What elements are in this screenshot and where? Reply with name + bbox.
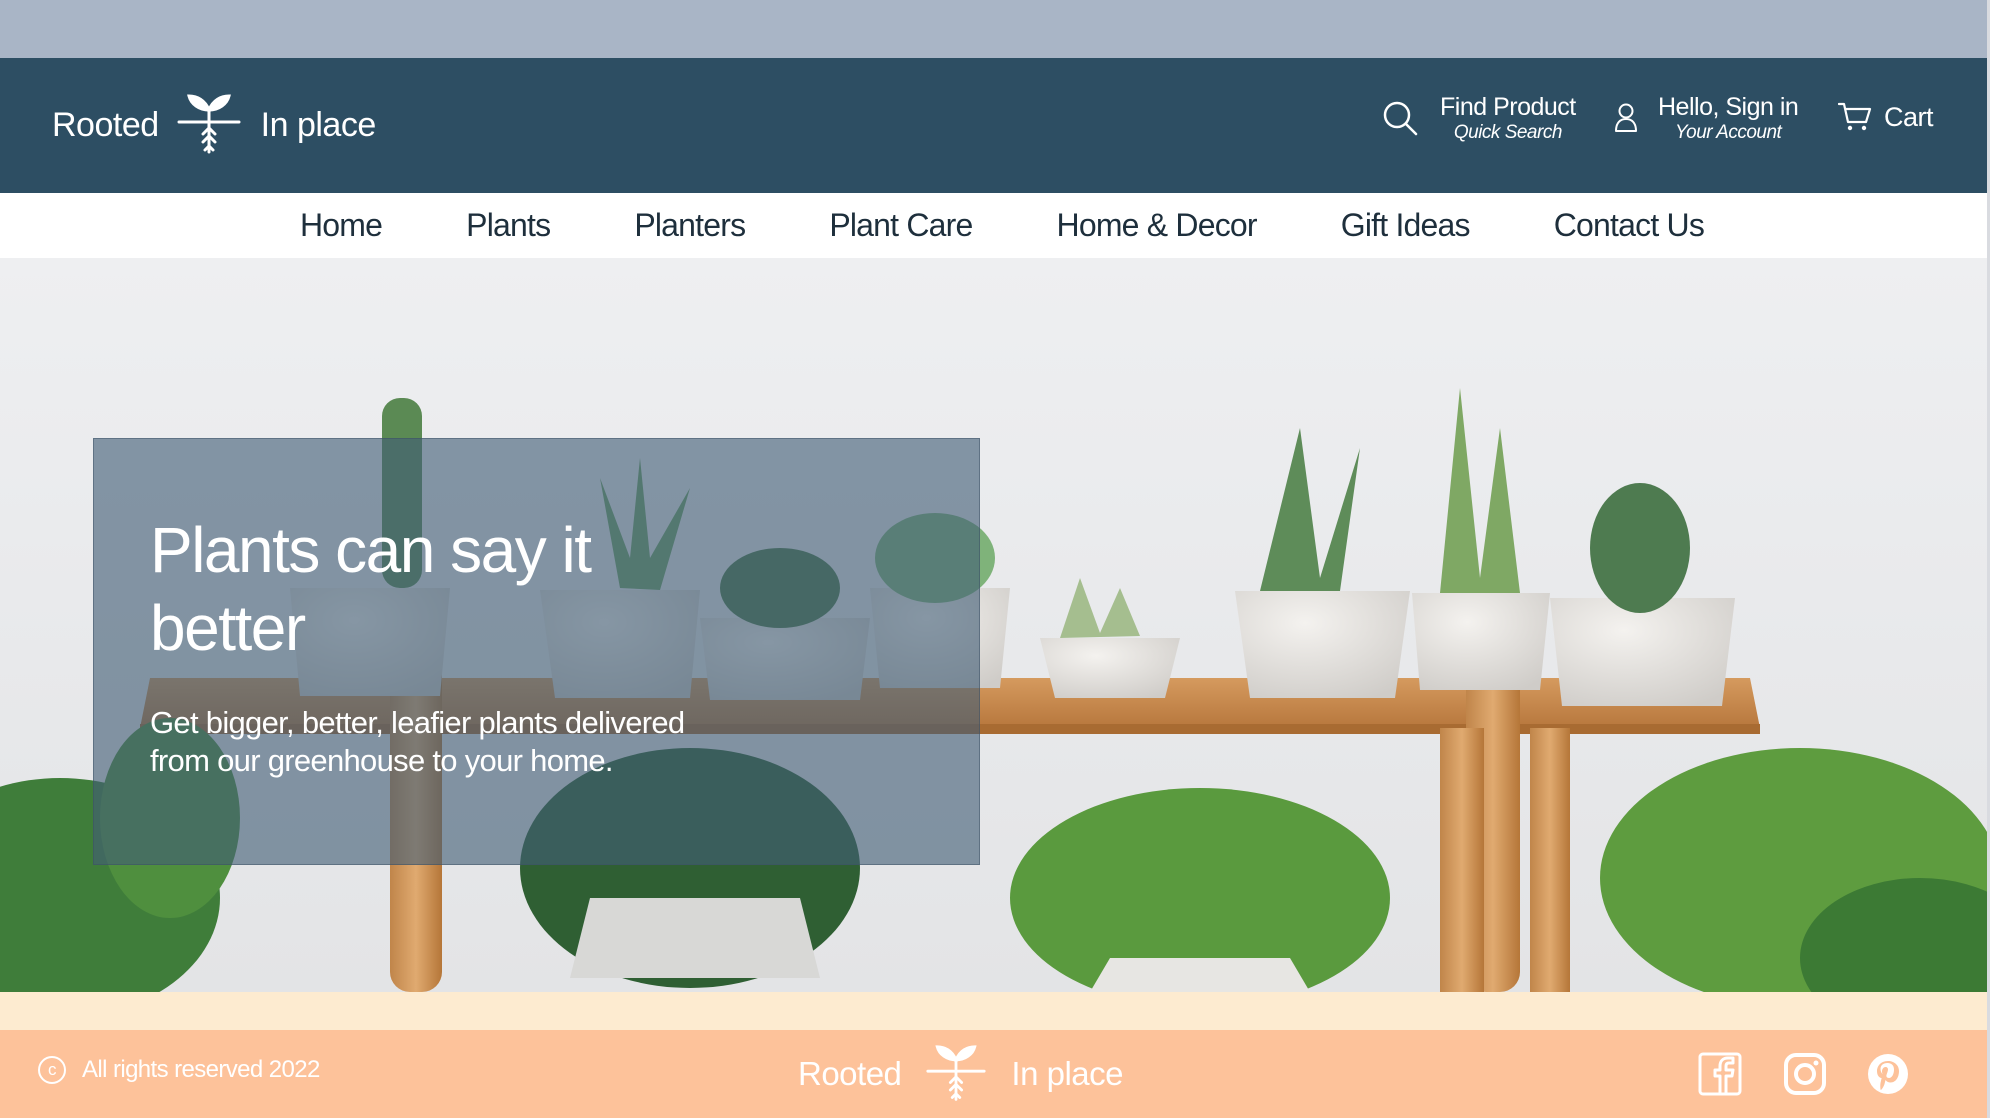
find-product-text: Find Product Quick Search <box>1440 92 1576 144</box>
site-header: Rooted In place Find Product Quick Searc… <box>0 58 1990 193</box>
footer-brand-name-right: In place <box>1011 1055 1124 1092</box>
nav-item-gift-ideas[interactable]: Gift Ideas <box>1341 207 1471 244</box>
quick-search-label: Quick Search <box>1453 122 1563 143</box>
footer-top-strip <box>0 992 1990 1030</box>
user-icon <box>1615 103 1637 132</box>
sign-in-button[interactable]: Hello, Sign in Your Account <box>1614 92 1799 144</box>
sprout-root-icon <box>926 1045 987 1101</box>
footer-brand-name-left: Rooted <box>798 1055 902 1092</box>
find-product-button[interactable]: Find Product Quick Search <box>1382 92 1576 144</box>
account-text: Hello, Sign in Your Account <box>1658 92 1799 144</box>
footer-brand-logo[interactable]: Rooted In place <box>798 1044 1124 1104</box>
nav-item-plant-care[interactable]: Plant Care <box>829 207 973 244</box>
nav-list: Home Plants Planters Plant Care Home & D… <box>300 193 1788 258</box>
copyright-text: All rights reserved 2022 <box>82 1056 320 1083</box>
main-nav: Home Plants Planters Plant Care Home & D… <box>0 193 1990 258</box>
sign-in-label: Hello, Sign in <box>1658 93 1799 121</box>
hero-text-panel: Plants can say it better Get bigger, bet… <box>93 438 980 865</box>
hero-banner: Plants can say it better Get bigger, bet… <box>0 258 1990 992</box>
facebook-icon[interactable] <box>1698 1052 1742 1096</box>
page: Rooted In place Find Product Quick Searc… <box>0 0 1990 1118</box>
nav-item-plants[interactable]: Plants <box>466 207 551 244</box>
instagram-icon[interactable] <box>1783 1052 1827 1096</box>
search-icon <box>1383 101 1418 136</box>
site-footer: c All rights reserved 2022 Rooted In pla… <box>0 1030 1990 1118</box>
cart-label: Cart <box>1884 102 1934 132</box>
pinterest-icon[interactable] <box>1866 1052 1910 1096</box>
brand-logo[interactable]: Rooted In place <box>52 92 376 158</box>
nav-item-contact-us[interactable]: Contact Us <box>1554 207 1705 244</box>
nav-item-home-decor[interactable]: Home & Decor <box>1057 207 1258 244</box>
cart-button[interactable]: Cart <box>1838 102 1934 132</box>
brand-name-right: In place <box>260 105 377 144</box>
your-account-label: Your Account <box>1675 122 1782 143</box>
brand-name-left: Rooted <box>52 105 159 144</box>
browser-top-bar <box>0 0 1990 58</box>
hero-title: Plants can say it better <box>150 514 592 664</box>
find-product-label: Find Product <box>1440 93 1576 121</box>
hero-subtitle: Get bigger, better, leafier plants deliv… <box>150 705 685 778</box>
nav-item-planters[interactable]: Planters <box>634 207 746 244</box>
copyright-icon: c <box>38 1056 66 1084</box>
nav-item-home[interactable]: Home <box>300 207 383 244</box>
sprout-root-icon <box>177 94 241 154</box>
copyright-notice: c All rights reserved 2022 <box>38 1056 320 1084</box>
cart-icon <box>1838 102 1872 131</box>
